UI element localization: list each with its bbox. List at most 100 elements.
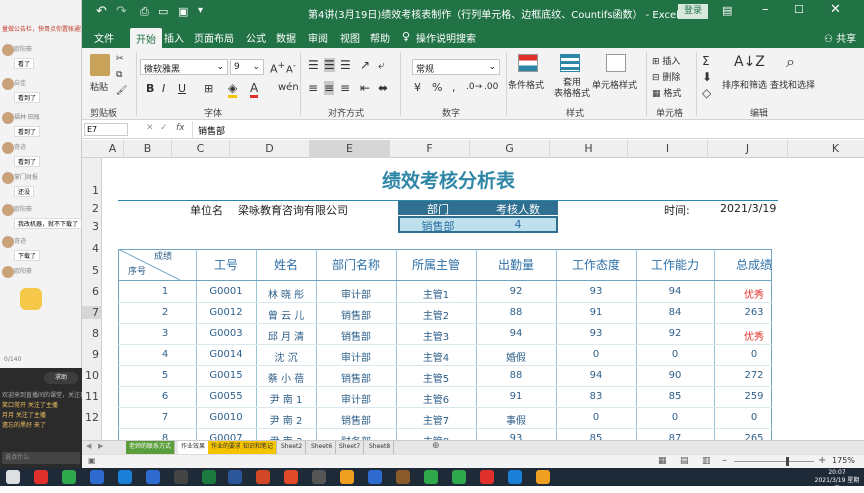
zoom-out-icon[interactable]: – (722, 455, 727, 466)
app-icon[interactable] (536, 470, 550, 484)
browser-icon[interactable] (340, 470, 354, 484)
row-header-10[interactable]: 10 (82, 369, 102, 382)
align-left-icon[interactable]: ≡ (308, 81, 318, 95)
paste-button[interactable]: 粘贴 (90, 80, 108, 93)
fill-color-icon[interactable]: ◈ (228, 81, 238, 98)
app-icon[interactable] (480, 470, 494, 484)
row-header-2[interactable]: 2 (82, 202, 102, 215)
fx-button[interactable]: fx (176, 123, 185, 133)
ribbon-display-icon[interactable]: ▤ (722, 4, 732, 17)
tab-1[interactable]: 开始 (130, 28, 162, 48)
find-select-button[interactable]: 查找和选择 (770, 78, 815, 91)
currency-icon[interactable]: ¥ (414, 81, 421, 94)
sheet-tab-7[interactable]: Sheet8 (366, 441, 395, 454)
close-icon[interactable]: ✕ (830, 2, 841, 17)
conditional-format-button[interactable]: 条件格式 (508, 78, 544, 91)
column-header-H[interactable]: H (550, 140, 628, 158)
row-header-6[interactable]: 6 (82, 285, 102, 298)
copy-icon[interactable]: ⧉ (116, 70, 122, 80)
increase-font-icon[interactable]: A+ (270, 60, 285, 76)
comma-button[interactable]: , (452, 81, 456, 94)
normal-view-icon[interactable]: ▦ (658, 456, 667, 466)
align-right-icon[interactable]: ≡ (340, 81, 350, 95)
phonetic-icon[interactable]: wén (278, 82, 299, 93)
tab-7[interactable]: 视图 (340, 30, 360, 45)
tab-3[interactable]: 页面布局 (194, 30, 234, 45)
column-header-G[interactable]: G (470, 140, 550, 158)
zoom-slider[interactable] (734, 461, 814, 462)
table-format-icon[interactable] (560, 54, 580, 72)
add-sheet-icon[interactable]: ⊕ (432, 441, 440, 451)
decrease-decimal-icon[interactable]: .00 (484, 82, 498, 92)
format-cells-button[interactable]: ▦ 格式 (652, 86, 681, 99)
paste-icon[interactable] (90, 54, 110, 76)
column-header-J[interactable]: J (708, 140, 788, 158)
merge-center-icon[interactable]: ⬌ (378, 81, 388, 95)
sheet-tab-4[interactable]: Sheet2 (278, 441, 307, 454)
app-icon[interactable] (284, 470, 298, 484)
column-header-D[interactable]: D (230, 140, 310, 158)
zoom-in-icon[interactable]: + (818, 455, 826, 466)
chat-input[interactable]: 说点什么 (2, 452, 80, 464)
sheet-tab-1[interactable]: 作业效果 (178, 441, 210, 454)
fill-icon[interactable]: ⬇ (702, 70, 712, 84)
font-name-select[interactable]: 微软雅黑 ⌄ (140, 59, 228, 75)
open-icon[interactable]: ▭ (158, 5, 168, 18)
tab-5[interactable]: 数据 (276, 30, 296, 45)
font-size-select[interactable]: 9 ⌄ (230, 59, 264, 75)
save-icon[interactable]: ▣ (178, 5, 188, 18)
start-icon[interactable] (6, 470, 20, 484)
column-header-E[interactable]: E (310, 140, 390, 158)
row-header-11[interactable]: 11 (82, 390, 102, 403)
underline-button[interactable]: U (178, 82, 186, 95)
app-icon[interactable] (146, 470, 160, 484)
minimize-icon[interactable]: – (762, 2, 769, 17)
delete-cells-button[interactable]: ⊟ 删除 (652, 70, 680, 83)
column-header-K[interactable]: K (788, 140, 864, 158)
sheet-tab-3[interactable]: 知识和笔记 (240, 441, 278, 454)
page-break-icon[interactable]: ▥ (702, 456, 711, 466)
row-header-7[interactable]: 7 (82, 306, 102, 319)
border-icon[interactable]: ⊞ (204, 82, 213, 95)
orientation-icon[interactable]: ↗ (360, 58, 370, 72)
format-painter-icon[interactable]: 🖌 (116, 86, 127, 96)
tab-next-icon[interactable]: ▶ (98, 442, 103, 450)
wrap-text-icon[interactable]: ⤶ (378, 58, 385, 73)
column-header-F[interactable]: F (390, 140, 470, 158)
app-icon[interactable] (312, 470, 326, 484)
wechat-icon[interactable] (424, 470, 438, 484)
word-taskbar-icon[interactable] (228, 470, 242, 484)
app-icon[interactable] (118, 470, 132, 484)
column-header-B[interactable]: B (124, 140, 172, 158)
align-center-icon[interactable]: ≡ (324, 81, 335, 95)
redo-icon[interactable]: ↷ (116, 4, 127, 19)
column-header-C[interactable]: C (172, 140, 230, 158)
row-header-9[interactable]: 9 (82, 348, 102, 361)
sheet-tab-0[interactable]: 老师的联系方式 (126, 441, 176, 454)
tab-9[interactable]: 操作说明搜索 (416, 30, 476, 45)
app-icon[interactable] (174, 470, 188, 484)
worksheet[interactable]: 绩效考核分析表 单位名 梁咏教育咨询有限公司 部门 考核人数 销售部 4 时间:… (102, 158, 856, 440)
column-header-I[interactable]: I (628, 140, 708, 158)
sort-filter-icon[interactable]: A↓Z (734, 54, 765, 70)
autosum-icon[interactable]: Σ (702, 54, 710, 68)
tab-6[interactable]: 审阅 (308, 30, 328, 45)
zoom-slider-thumb[interactable] (786, 457, 789, 466)
formula-input[interactable]: 销售部 (198, 124, 225, 137)
cell-style-button[interactable]: 单元格样式 (592, 78, 637, 91)
app-icon[interactable] (368, 470, 382, 484)
share-button[interactable]: ⚇ 共享 (824, 30, 856, 45)
maximize-icon[interactable]: ☐ (794, 3, 804, 16)
name-box[interactable]: E7 (84, 123, 128, 136)
tab-2[interactable]: 插入 (164, 30, 184, 45)
undo-icon[interactable]: ↶ (96, 4, 107, 19)
row-header-8[interactable]: 8 (82, 327, 102, 340)
column-header-A[interactable]: A (102, 140, 124, 158)
tab-4[interactable]: 公式 (246, 30, 266, 45)
conditional-format-icon[interactable] (518, 54, 538, 72)
cell-style-icon[interactable] (606, 54, 626, 72)
sort-filter-button[interactable]: 排序和筛选 (722, 78, 767, 91)
percent-button[interactable]: % (432, 81, 442, 94)
macro-record-icon[interactable]: ▣ (88, 456, 96, 465)
powerpoint-taskbar-icon[interactable] (256, 470, 270, 484)
